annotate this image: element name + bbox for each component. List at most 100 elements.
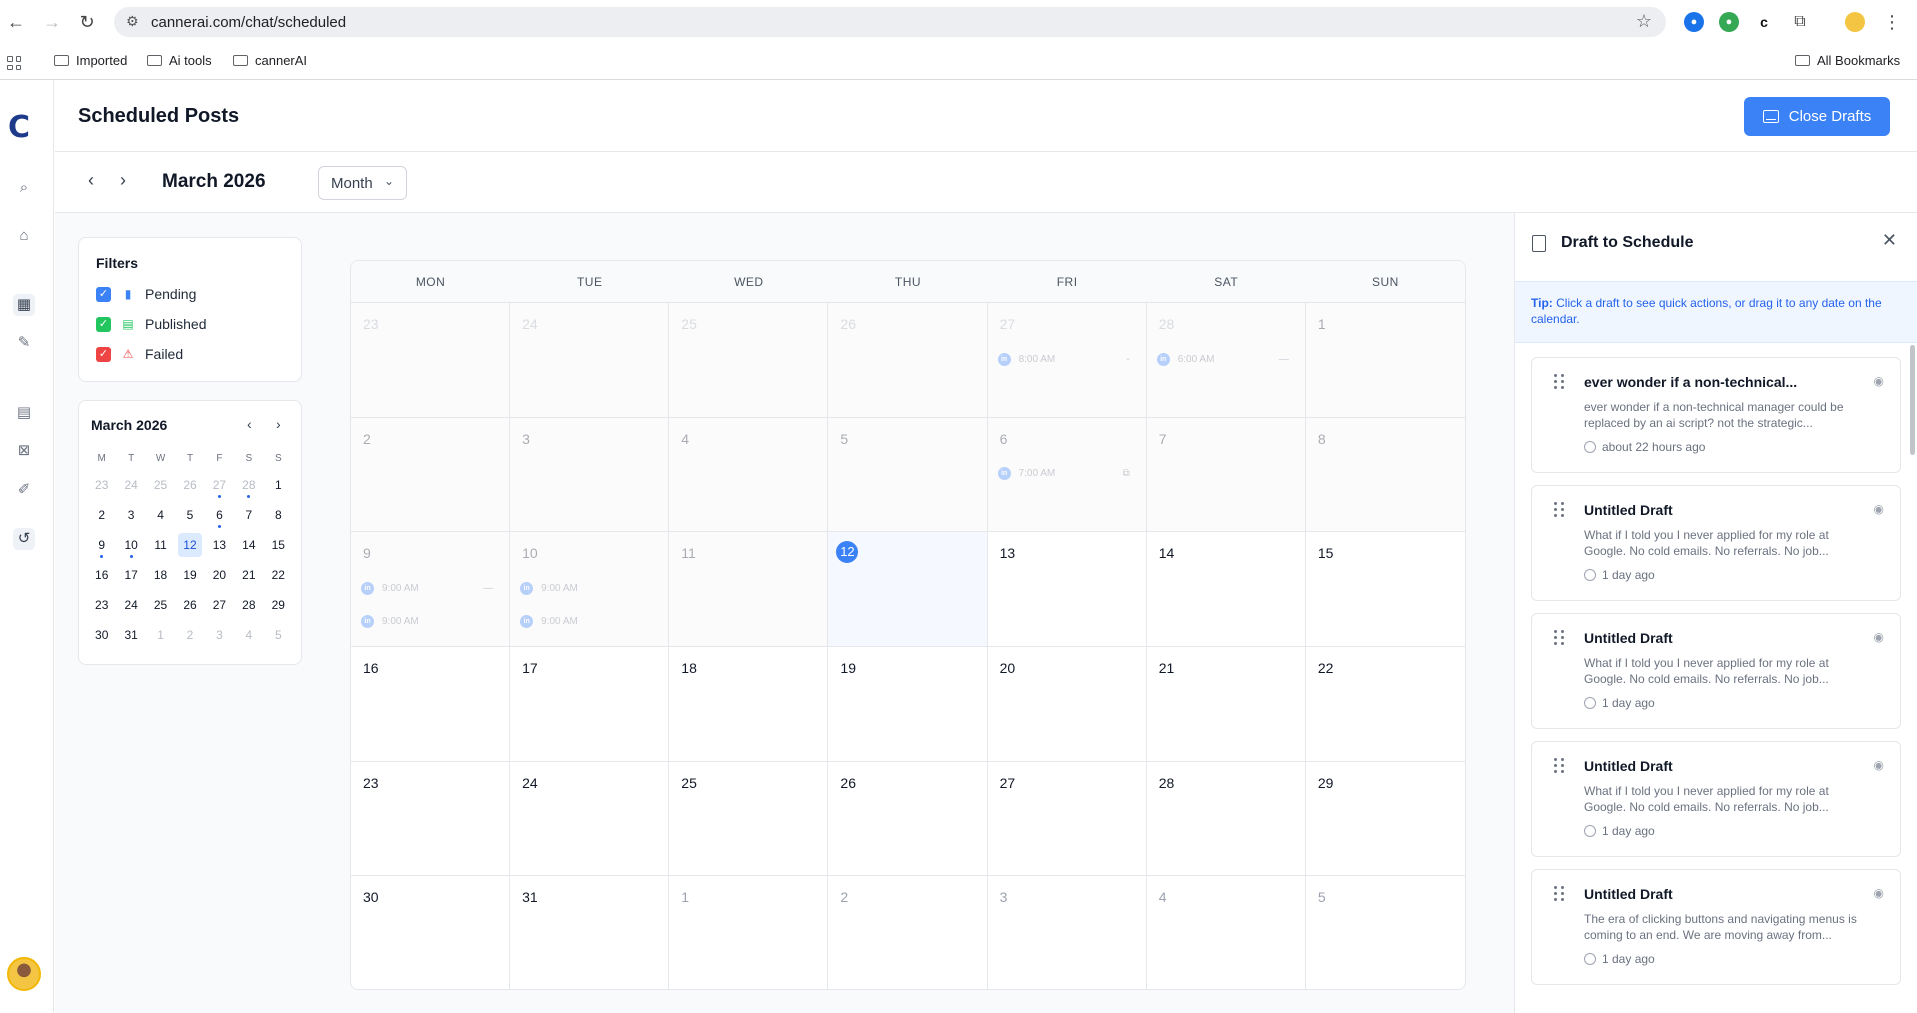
brush-icon[interactable]: ✐ — [13, 479, 35, 501]
mini-day-cell[interactable]: 17 — [116, 563, 145, 593]
calendar-icon[interactable]: ▦ — [13, 294, 35, 316]
mini-day-cell[interactable]: 26 — [175, 593, 204, 623]
mini-day-cell[interactable]: 23 — [87, 473, 116, 503]
drag-handle-icon[interactable] — [1554, 374, 1564, 390]
calendar-day-cell[interactable]: 14 — [1146, 532, 1306, 647]
calendar-day-cell[interactable]: 24 — [510, 303, 670, 418]
filter-pending[interactable]: ✓ ▮ Pending — [96, 286, 196, 302]
calendar-day-cell[interactable]: 22 — [1305, 647, 1465, 762]
view-select[interactable]: Month ⌄ — [318, 166, 407, 200]
draft-card[interactable]: Untitled Draft ◉ What if I told you I neve… — [1531, 485, 1901, 601]
extensions-puzzle-icon[interactable]: ⧉ — [1790, 12, 1810, 32]
calendar-day-cell[interactable]: 16 — [351, 646, 511, 762]
calendar-day-cell[interactable]: 1 — [1305, 303, 1465, 418]
drag-handle-icon[interactable] — [1554, 502, 1564, 518]
mini-day-cell[interactable]: 19 — [175, 563, 204, 593]
forward-icon[interactable]: → — [40, 10, 64, 34]
mini-day-cell[interactable]: 8 — [264, 503, 293, 533]
mini-day-cell[interactable]: 3 — [205, 623, 234, 653]
calendar-day-cell[interactable]: 29 — [1305, 762, 1465, 877]
reload-icon[interactable]: ↻ — [75, 10, 99, 34]
bookmark-imported[interactable]: Imported — [54, 53, 127, 68]
calendar-day-cell[interactable]: 2 — [828, 876, 988, 989]
calendar-day-cell[interactable]: 30 — [351, 876, 511, 989]
mini-day-cell[interactable]: 27 — [205, 593, 234, 623]
close-drafts-button[interactable]: Close Drafts — [1744, 97, 1890, 136]
mini-day-cell[interactable]: 2 — [175, 623, 204, 653]
calendar-day-cell[interactable]: 27 in 8:00 AM - — [987, 303, 1147, 418]
scheduled-post-chip[interactable]: in 6:00 AM — — [1156, 347, 1295, 371]
calendar-day-cell[interactable]: 4 — [669, 417, 829, 533]
scheduled-post-chip[interactable]: in 9:00 AM — [520, 576, 658, 600]
calendar-day-cell[interactable]: 17 — [510, 646, 670, 762]
mini-day-cell[interactable]: 3 — [116, 503, 145, 533]
mini-day-cell[interactable]: 21 — [234, 563, 263, 593]
layout-icon[interactable]: ▤ — [13, 402, 35, 424]
draft-card[interactable]: Untitled Draft ◉ What if I told you I neve… — [1531, 741, 1901, 857]
back-icon[interactable]: ← — [4, 10, 28, 34]
apps-grid-icon[interactable] — [7, 56, 21, 70]
mini-day-cell[interactable]: 25 — [146, 593, 175, 623]
scheduled-post-chip[interactable]: in 9:00 AM — [520, 609, 658, 633]
calendar-day-cell[interactable]: 31 — [510, 876, 670, 989]
cannerai-extension-icon[interactable]: c — [1754, 12, 1774, 32]
filter-failed[interactable]: ✓ ⚠ Failed — [96, 346, 183, 362]
calendar-day-cell[interactable]: 3 — [988, 876, 1147, 989]
prev-month-icon[interactable]: ‹ — [80, 169, 102, 191]
calendar-day-cell[interactable]: 13 — [987, 532, 1147, 647]
mini-prev-icon[interactable]: ‹ — [247, 416, 252, 432]
next-month-icon[interactable]: › — [112, 169, 134, 191]
mini-day-cell[interactable]: 10 — [116, 533, 145, 563]
calendar-day-cell[interactable]: 5 — [828, 417, 988, 533]
extension-icon[interactable]: ● — [1719, 12, 1739, 32]
calendar-day-cell[interactable]: 28 in 6:00 AM — — [1146, 303, 1306, 418]
draft-card[interactable]: Untitled Draft ◉ What if I told you I neve… — [1531, 613, 1901, 729]
avatar[interactable] — [7, 957, 41, 991]
mini-day-cell[interactable]: 29 — [264, 593, 293, 623]
site-settings-icon[interactable]: ⚙ — [126, 13, 139, 30]
mini-day-cell[interactable]: 1 — [146, 623, 175, 653]
address-bar[interactable]: ⚙ cannerai.com/chat/scheduled ☆ — [114, 7, 1666, 37]
checkbox-checked-icon[interactable]: ✓ — [96, 286, 111, 302]
scheduled-post-chip[interactable]: in 7:00 AM ⧉ — [997, 462, 1136, 486]
mini-day-cell[interactable]: 25 — [146, 473, 175, 503]
calendar-day-cell[interactable]: 9 in 9:00 AM — in 9:00 AM — [351, 532, 511, 647]
mini-day-cell[interactable]: 4 — [146, 503, 175, 533]
mini-day-cell[interactable]: 11 — [146, 533, 175, 563]
x-box-icon[interactable]: ⊠ — [13, 440, 35, 462]
calendar-day-cell[interactable]: 28 — [1146, 761, 1306, 877]
calendar-day-cell[interactable]: 1 — [669, 876, 829, 989]
mini-day-cell[interactable]: 18 — [146, 563, 175, 593]
mini-day-cell[interactable]: 9 — [87, 533, 116, 563]
mini-day-cell[interactable]: 28 — [234, 473, 263, 503]
draft-list-scrollbar[interactable] — [1910, 345, 1915, 455]
calendar-day-cell[interactable]: 4 — [1147, 876, 1306, 989]
draft-card[interactable]: Untitled Draft ◉ The era of clicking butto… — [1531, 869, 1901, 985]
mini-day-cell[interactable]: 22 — [264, 563, 293, 593]
mini-day-cell[interactable]: 1 — [264, 473, 293, 503]
mini-day-cell[interactable]: 20 — [205, 563, 234, 593]
mini-day-cell[interactable]: 14 — [234, 533, 263, 563]
mini-day-cell[interactable]: 4 — [234, 623, 263, 653]
preview-eye-icon[interactable]: ◉ — [1874, 758, 1884, 772]
history-icon[interactable]: ↺ — [13, 528, 35, 550]
calendar-day-cell[interactable]: 20 — [987, 646, 1147, 762]
calendar-day-cell[interactable]: 27 — [987, 761, 1147, 877]
calendar-day-cell[interactable]: 26 — [828, 303, 988, 418]
calendar-day-cell[interactable]: 7 — [1146, 417, 1306, 533]
calendar-day-cell[interactable]: 11 — [669, 532, 829, 647]
browser-menu-icon[interactable]: ⋮ — [1880, 10, 1904, 34]
mini-day-cell[interactable]: 24 — [116, 593, 145, 623]
mini-day-cell[interactable]: 6 — [205, 503, 234, 533]
bookmark-cannerai[interactable]: cannerAI — [233, 53, 307, 68]
preview-eye-icon[interactable]: ◉ — [1874, 374, 1884, 388]
mini-day-cell[interactable]: 24 — [116, 473, 145, 503]
calendar-day-cell[interactable]: 19 — [828, 646, 988, 762]
bookmark-star-icon[interactable]: ☆ — [1636, 11, 1652, 32]
mini-day-cell[interactable]: 23 — [87, 593, 116, 623]
calendar-day-cell[interactable]: 5 — [1306, 876, 1465, 989]
home-icon[interactable]: ⌂ — [13, 225, 35, 247]
draft-card[interactable]: ever wonder if a non-technical... ◉ ever w… — [1531, 357, 1901, 473]
app-logo[interactable]: C — [8, 110, 30, 145]
scheduled-post-chip[interactable]: in 8:00 AM - — [997, 347, 1136, 371]
